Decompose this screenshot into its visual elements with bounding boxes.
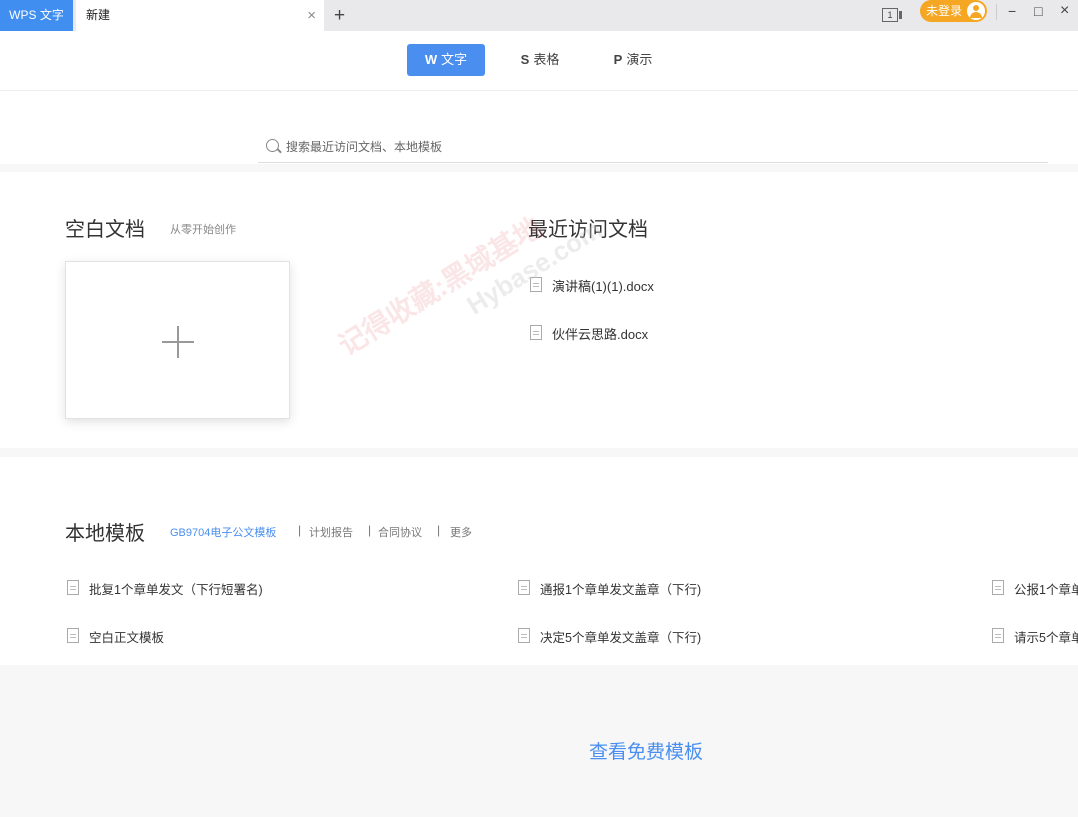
template-name: 通报1个章单发文盖章（下行): [540, 583, 702, 597]
document-icon: [518, 580, 530, 595]
title-bar: WPS 文字 新建 × + 1 未登录 − □ ×: [0, 0, 1078, 31]
template-item[interactable]: 请示5个章单: [990, 625, 1078, 645]
page-count-icon[interactable]: 1: [882, 8, 902, 22]
login-button[interactable]: 未登录: [920, 0, 987, 22]
divider: |: [437, 523, 441, 537]
local-templates-section: 本地模板 GB9704电子公文模板 | 计划报告 | 合同协议 | 更多 批复1…: [0, 457, 1078, 665]
close-window-icon[interactable]: ×: [1060, 0, 1069, 22]
type-spreadsheet-label: 表格: [533, 52, 560, 67]
doc-type-switcher: W 文字 S 表格 P 演示: [0, 31, 1078, 91]
doc-tab-new[interactable]: 新建 ×: [76, 0, 324, 31]
blank-doc-subtitle: 从零开始创作: [170, 224, 236, 236]
divider: [996, 4, 997, 20]
document-icon: [992, 580, 1004, 595]
spreadsheet-icon: S: [520, 52, 530, 67]
new-blank-doc-card[interactable]: [65, 261, 290, 419]
search-input[interactable]: [284, 131, 1028, 162]
document-icon: [67, 580, 79, 595]
divider: |: [368, 523, 372, 537]
blank-doc-title: 空白文档: [65, 219, 145, 241]
recent-docs-title: 最近访问文档: [528, 219, 648, 241]
type-writer-button[interactable]: W 文字: [407, 44, 485, 76]
new-tab-icon[interactable]: +: [334, 0, 345, 31]
document-icon: [518, 628, 530, 643]
type-presentation-label: 演示: [626, 52, 653, 67]
search-area: [0, 91, 1078, 164]
presentation-icon: P: [613, 52, 623, 67]
blank-and-recent-section: 空白文档 从零开始创作 最近访问文档 演讲稿(1)(1).docx 伙伴云思路.…: [0, 172, 1078, 448]
app-tab-wps-writer[interactable]: WPS 文字: [0, 0, 73, 31]
category-more[interactable]: 更多: [450, 524, 472, 540]
maximize-icon[interactable]: □: [1034, 0, 1042, 22]
category-contract[interactable]: 合同协议: [378, 524, 422, 540]
search-box: [258, 131, 1048, 163]
template-name: 批复1个章单发文（下行短署名): [89, 583, 263, 597]
template-item[interactable]: 公报1个章单: [990, 577, 1078, 597]
type-presentation-button[interactable]: P 演示: [597, 44, 669, 76]
document-icon: [992, 628, 1004, 643]
template-name: 请示5个章单: [1014, 631, 1078, 645]
document-icon: [530, 277, 542, 292]
plus-icon: [162, 326, 194, 358]
document-icon: [67, 628, 79, 643]
local-templates-title: 本地模板: [65, 523, 145, 545]
template-name: 空白正文模板: [89, 631, 165, 645]
avatar-icon: [967, 2, 985, 20]
writer-icon: W: [424, 52, 438, 67]
search-icon: [266, 139, 279, 152]
type-spreadsheet-button[interactable]: S 表格: [504, 44, 576, 76]
close-tab-icon[interactable]: ×: [307, 0, 316, 31]
divider: |: [298, 523, 302, 537]
template-name: 决定5个章单发文盖章（下行): [540, 631, 702, 645]
login-label: 未登录: [926, 4, 963, 18]
recent-doc-name: 演讲稿(1)(1).docx: [552, 279, 654, 294]
minimize-icon[interactable]: −: [1008, 0, 1016, 22]
view-free-templates-link[interactable]: 查看免费模板: [589, 737, 703, 764]
template-name: 公报1个章单: [1014, 583, 1078, 597]
doc-tab-label: 新建: [86, 8, 111, 22]
category-gb9704[interactable]: GB9704电子公文模板: [170, 524, 276, 540]
document-icon: [530, 325, 542, 340]
category-plan-report[interactable]: 计划报告: [309, 524, 353, 540]
type-writer-label: 文字: [441, 52, 468, 67]
recent-doc-name: 伙伴云思路.docx: [552, 327, 649, 342]
